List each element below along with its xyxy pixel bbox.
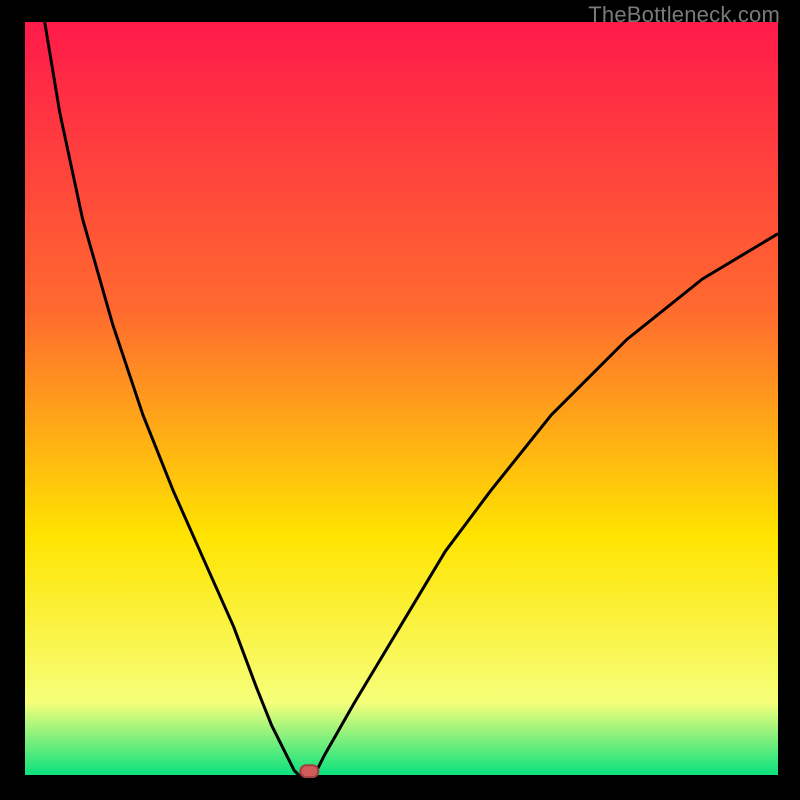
- plot-area: [22, 22, 778, 778]
- gradient-background: [22, 22, 778, 778]
- chart-svg: [22, 22, 778, 778]
- watermark-text: TheBottleneck.com: [588, 2, 780, 28]
- chart-frame: TheBottleneck.com: [0, 0, 800, 800]
- optimal-marker: [300, 765, 318, 777]
